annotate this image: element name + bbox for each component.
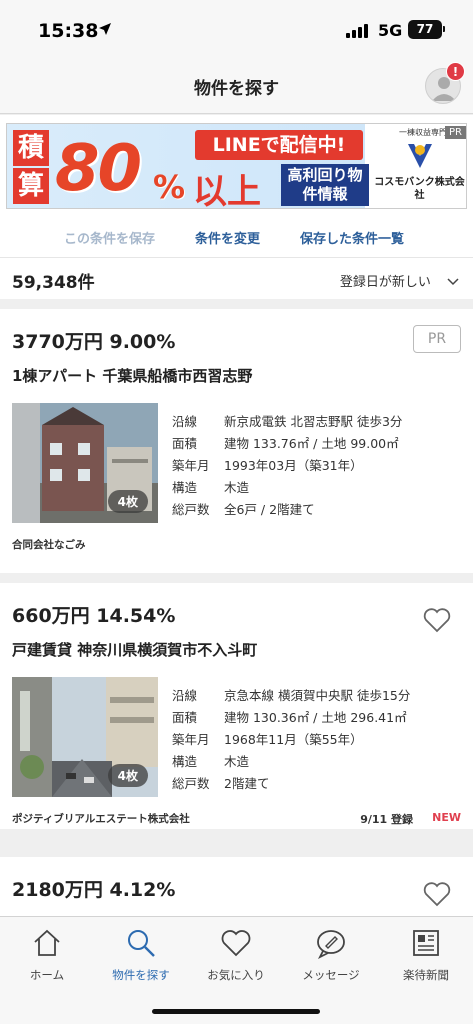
change-condition-button[interactable]: 条件を変更	[195, 228, 260, 247]
spec-row: 構造 木造	[172, 751, 249, 770]
spec-row: 総戸数 全6戸 / 2階建て	[172, 499, 315, 518]
banner-ijou: 以上	[193, 172, 261, 209]
spec-value: 1993年03月（築31年）	[224, 458, 363, 473]
photo-count: 4枚	[107, 764, 148, 787]
spec-row: 沿線 新京成電鉄 北習志野駅 徒歩3分	[172, 411, 402, 430]
spec-label: 構造	[172, 754, 198, 769]
newspaper-icon	[413, 930, 439, 956]
page-title: 物件を探す	[194, 79, 279, 99]
tab-search[interactable]: 物件を探す	[94, 917, 188, 997]
banner-line-text: LINEで配信中!	[195, 130, 363, 160]
agent-name: 合同会社なごみ	[12, 539, 86, 551]
listing-title: 1棟アパート 千葉県船橋市西習志野	[12, 367, 253, 385]
banner-percent: %	[153, 168, 186, 206]
spec-value: 全6戸 / 2階建て	[224, 502, 315, 517]
tab-label: メッセージ	[302, 968, 360, 982]
listing-title: 戸建賃貸 神奈川県横須賀市不入斗町	[12, 641, 258, 659]
spec-row: 築年月 1993年03月（築31年）	[172, 455, 363, 474]
search-icon	[128, 930, 155, 957]
spec-value: 建物 133.76㎡ / 土地 99.00㎡	[224, 436, 399, 451]
spec-label: 築年月	[172, 732, 210, 747]
results-bar: 59,348件 登録日が新しい	[0, 257, 473, 299]
spec-row: 面積 建物 130.36㎡ / 土地 296.41㎡	[172, 707, 407, 726]
listing-price: 660万円 14.54%	[12, 605, 176, 627]
spec-row: 構造 木造	[172, 477, 249, 496]
notification-badge: !	[446, 62, 465, 81]
home-icon	[34, 929, 60, 956]
sort-select[interactable]: 登録日が新しい	[340, 271, 459, 290]
tab-favorites[interactable]: お気に入り	[189, 917, 283, 997]
spec-label: 沿線	[172, 414, 198, 429]
listing-card[interactable]: 2180万円 4.12%	[0, 857, 473, 917]
spec-row: 沿線 京急本線 横須賀中央駅 徒歩15分	[172, 685, 410, 704]
photo-count: 4枚	[107, 490, 148, 513]
heart-icon	[221, 930, 251, 957]
battery-tip	[443, 26, 445, 32]
spec-label: 総戸数	[172, 502, 210, 517]
pr-badge: PR	[413, 325, 461, 353]
banner-big-number: 80	[55, 132, 142, 206]
location-arrow-icon	[99, 23, 111, 35]
ad-banner[interactable]: 積 算 80 % LINEで配信中! 以上 高利回り物件情報 一棟収益専門 PR…	[6, 123, 467, 209]
network-label: 5G	[378, 21, 403, 40]
banner-char-2: 算	[13, 168, 49, 204]
listing-price: 3770万円 9.00%	[12, 331, 176, 353]
message-icon	[317, 930, 345, 959]
tab-messages[interactable]: メッセージ	[284, 917, 378, 997]
spec-label: 構造	[172, 480, 198, 495]
save-condition-button[interactable]: この条件を保存	[64, 228, 155, 247]
sort-label: 登録日が新しい	[339, 275, 431, 290]
spec-value: 京急本線 横須賀中央駅 徒歩15分	[224, 688, 411, 703]
status-time: 15:38	[38, 20, 99, 42]
tab-label: 物件を探す	[112, 968, 170, 982]
tab-home[interactable]: ホーム	[0, 917, 94, 997]
listing-price: 2180万円 4.12%	[12, 879, 176, 901]
tab-label: 楽待新聞	[403, 968, 449, 982]
listing-card[interactable]: 3770万円 9.00% PR 1棟アパート 千葉県船橋市西習志野 4枚 沿線 新…	[0, 309, 473, 573]
chevron-down-icon	[447, 278, 459, 286]
registered-date: 9/11 登録	[360, 813, 413, 826]
spec-label: 沿線	[172, 688, 198, 703]
banner-company: コスモバンク株式会社	[374, 177, 465, 201]
spec-label: 総戸数	[172, 776, 210, 791]
banner-pr-label: PR	[445, 126, 466, 139]
spec-label: 築年月	[172, 458, 210, 473]
home-indicator	[152, 1009, 320, 1014]
spec-row: 総戸数 2階建て	[172, 773, 269, 792]
banner-sub-text: 高利回り物件情報	[281, 164, 369, 206]
spec-value: 木造	[224, 480, 250, 495]
spec-value: 木造	[224, 754, 250, 769]
spec-label: 面積	[172, 710, 198, 725]
tab-label: お気に入り	[207, 968, 265, 982]
app-header: 物件を探す !	[0, 56, 473, 114]
company-logo-icon	[408, 144, 432, 168]
spec-row: 面積 建物 133.76㎡ / 土地 99.00㎡	[172, 433, 399, 452]
spec-value: 建物 130.36㎡ / 土地 296.41㎡	[224, 710, 407, 725]
banner-section: 積 算 80 % LINEで配信中! 以上 高利回り物件情報 一棟収益専門 PR…	[0, 115, 473, 215]
listing-photo[interactable]: 4枚	[12, 403, 158, 523]
signal-icon	[346, 24, 370, 38]
spec-value: 新京成電鉄 北習志野駅 徒歩3分	[224, 414, 403, 429]
bottom-tab-bar: ホーム 物件を探す お気に入り メッセージ 楽待新聞	[0, 916, 473, 1024]
new-badge: NEW	[432, 811, 461, 824]
result-count: 59,348件	[12, 273, 95, 293]
search-actions: この条件を保存 条件を変更 保存した条件一覧	[0, 215, 473, 257]
battery-icon: 77	[408, 20, 442, 39]
banner-char-1: 積	[13, 130, 49, 166]
listing-card[interactable]: 660万円 14.54% 戸建賃貸 神奈川県横須賀市不入斗町 4枚 沿線 京急本線…	[0, 583, 473, 829]
saved-conditions-button[interactable]: 保存した条件一覧	[300, 228, 404, 247]
status-bar: 15:38 5G 77	[0, 0, 473, 56]
favorite-heart-icon[interactable]	[423, 881, 451, 907]
agent-name: ポジティブリアルエステート株式会社	[12, 813, 190, 825]
spec-label: 面積	[172, 436, 198, 451]
favorite-heart-icon[interactable]	[423, 607, 451, 633]
listing-photo[interactable]: 4枚	[12, 677, 158, 797]
banner-logo-area: 一棟収益専門 PR コスモバンク株式会社	[371, 124, 466, 208]
tab-newspaper[interactable]: 楽待新聞	[379, 917, 473, 997]
spec-value: 1968年11月（築55年）	[224, 732, 363, 747]
tab-label: ホーム	[29, 968, 65, 982]
spec-row: 築年月 1968年11月（築55年）	[172, 729, 363, 748]
spec-value: 2階建て	[224, 776, 270, 791]
